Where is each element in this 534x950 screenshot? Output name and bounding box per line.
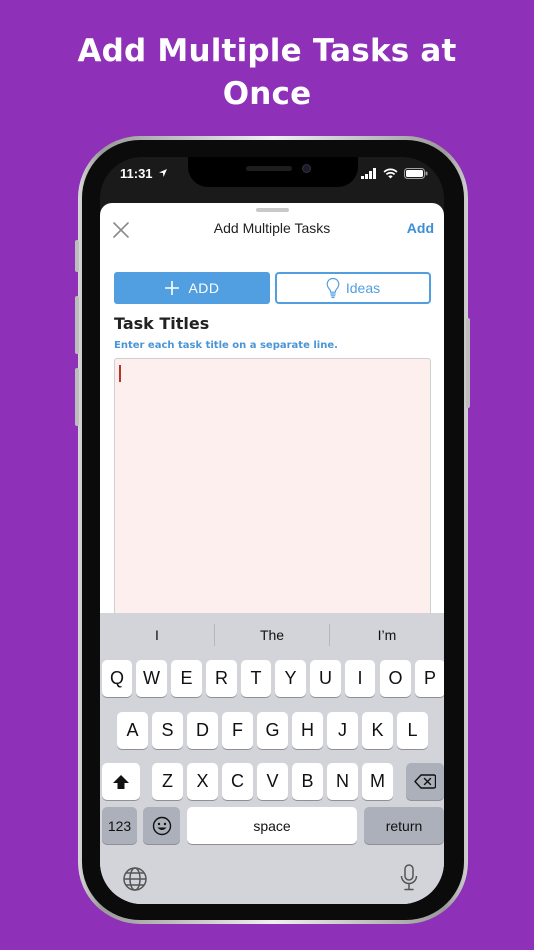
emoji-icon [152, 816, 171, 835]
key-e[interactable]: E [171, 660, 202, 697]
microphone-icon[interactable] [399, 864, 419, 892]
key-m[interactable]: M [362, 763, 393, 800]
key-u[interactable]: U [310, 660, 341, 697]
numbers-key[interactable]: 123 [102, 807, 137, 844]
key-f[interactable]: F [222, 712, 253, 749]
key-b[interactable]: B [292, 763, 323, 800]
key-o[interactable]: O [380, 660, 411, 697]
key-q[interactable]: Q [102, 660, 132, 697]
key-j[interactable]: J [327, 712, 358, 749]
space-key[interactable]: space [187, 807, 357, 844]
speaker-grille [246, 166, 292, 171]
delete-key[interactable] [406, 763, 444, 800]
key-k[interactable]: K [362, 712, 393, 749]
mute-switch [75, 240, 79, 272]
key-h[interactable]: H [292, 712, 323, 749]
sheet-title: Add Multiple Tasks [213, 220, 331, 236]
globe-icon[interactable] [122, 866, 148, 892]
text-caret [119, 365, 121, 382]
wifi-icon [383, 168, 398, 179]
section-title: Task Titles [114, 314, 210, 333]
power-button [466, 318, 470, 408]
key-a[interactable]: A [117, 712, 148, 749]
hint-text: Enter each task title on a separate line… [114, 340, 338, 351]
ideas-button-label: Ideas [345, 280, 381, 296]
key-g[interactable]: G [257, 712, 288, 749]
key-s[interactable]: S [152, 712, 183, 749]
headline-line-2: Once [222, 76, 312, 112]
key-p[interactable]: P [415, 660, 444, 697]
battery-icon [404, 168, 428, 179]
key-d[interactable]: D [187, 712, 218, 749]
add-task-button[interactable]: ADD [114, 272, 270, 304]
key-v[interactable]: V [257, 763, 288, 800]
key-r[interactable]: R [206, 660, 237, 697]
key-x[interactable]: X [187, 763, 218, 800]
suggestion[interactable]: I’m [330, 613, 444, 657]
headline: Add Multiple Tasks at Once [0, 30, 534, 116]
delete-backspace-icon [414, 774, 436, 789]
key-n[interactable]: N [327, 763, 358, 800]
phone-screen: 11:31 Add Multiple Tasks Add ADD Ideas T… [100, 157, 444, 904]
shift-icon [113, 774, 129, 789]
cellular-signal-icon [361, 168, 376, 179]
add-task-button-label: ADD [188, 280, 220, 296]
task-titles-input[interactable] [114, 358, 431, 618]
key-l[interactable]: L [397, 712, 428, 749]
return-key[interactable]: return [364, 807, 444, 844]
add-button[interactable]: Add [407, 220, 434, 236]
headline-line-1: Add Multiple Tasks at [77, 33, 457, 69]
key-i[interactable]: I [345, 660, 375, 697]
status-bar: 11:31 [100, 157, 444, 201]
front-camera [302, 164, 311, 173]
key-c[interactable]: C [222, 763, 253, 800]
key-z[interactable]: Z [152, 763, 183, 800]
keyboard: I The I’m Q W E R T Y U I O P A S D F G … [100, 613, 444, 904]
status-icons [361, 168, 428, 179]
notch [188, 157, 358, 187]
suggestion[interactable]: I [100, 613, 214, 657]
plus-icon [165, 281, 180, 295]
status-time: 11:31 [120, 166, 153, 181]
predictive-bar: I The I’m [100, 613, 444, 657]
key-y[interactable]: Y [275, 660, 306, 697]
volume-up-button [75, 296, 79, 354]
key-w[interactable]: W [136, 660, 167, 697]
location-arrow-icon [159, 169, 167, 177]
key-t[interactable]: T [241, 660, 271, 697]
volume-down-button [75, 368, 79, 426]
sheet-grabber[interactable] [256, 208, 289, 212]
suggestion[interactable]: The [215, 613, 329, 657]
emoji-key[interactable] [143, 807, 180, 844]
ideas-button[interactable]: Ideas [275, 272, 431, 304]
shift-key[interactable] [102, 763, 140, 800]
lightbulb-icon [326, 277, 340, 299]
